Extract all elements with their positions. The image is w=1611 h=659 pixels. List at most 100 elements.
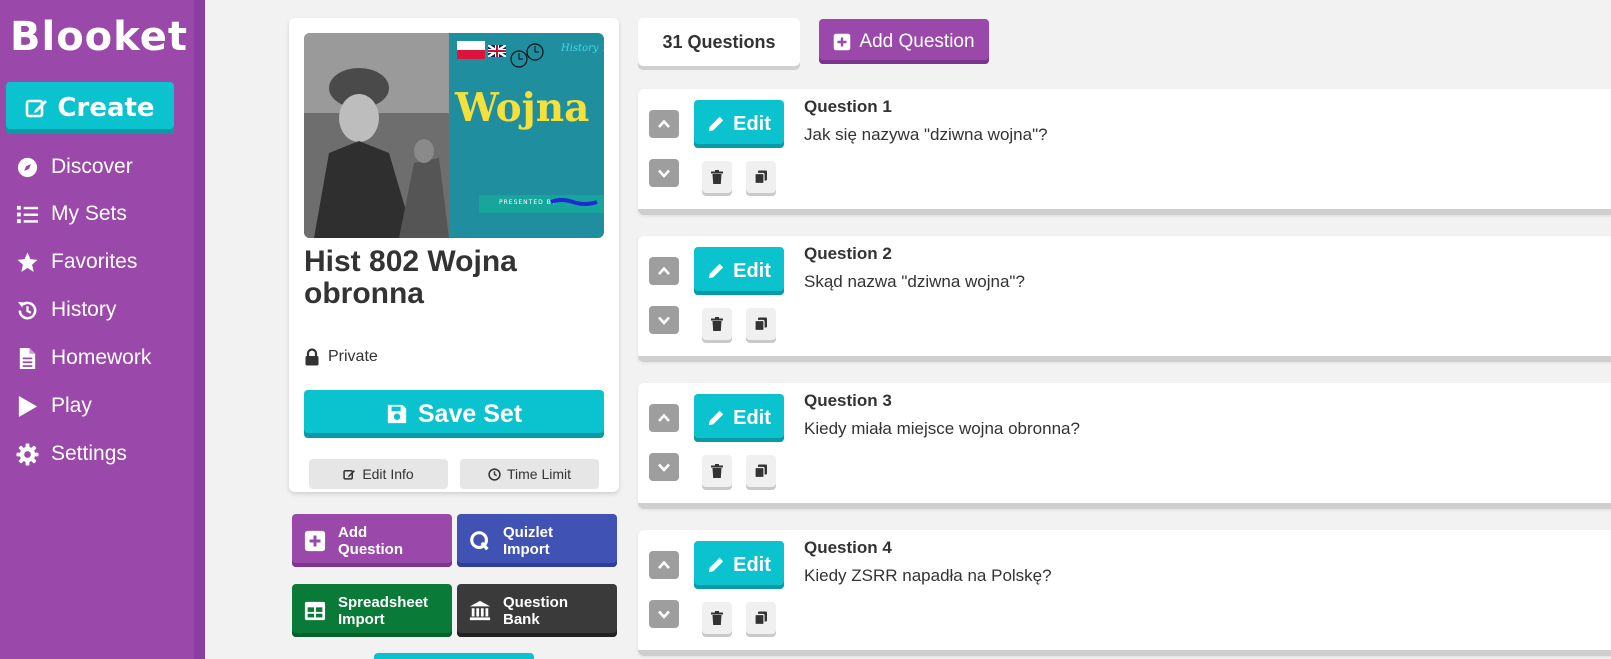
copy-icon [754,464,768,478]
chevron-down-icon [657,607,671,621]
move-up-button[interactable] [649,551,679,579]
question-count: 31 Questions [638,18,800,66]
question-bank-button[interactable]: Question Bank [457,584,617,637]
duplicate-question-button[interactable] [746,161,776,193]
quizlet-icon [469,530,491,552]
edit-question-button[interactable]: Edit [694,247,784,295]
move-down-button[interactable] [649,159,679,187]
chevron-up-icon [657,558,671,572]
move-down-button[interactable] [649,453,679,481]
edit-question-button[interactable]: Edit [694,541,784,589]
lock-icon [304,348,320,366]
chevron-up-icon [657,264,671,278]
move-up-button[interactable] [649,404,679,432]
floppy-disk-icon [386,403,408,425]
delete-question-button[interactable] [702,161,732,193]
edit-question-button[interactable]: Edit [694,100,784,148]
question-bank-label: Question Bank [503,593,569,628]
question-label: Question 4 [804,538,892,557]
trash-icon [710,317,724,331]
visibility-status[interactable]: Private [304,348,378,366]
visibility-label: Private [328,348,378,365]
cover-history-label: History 1 [561,43,604,54]
set-cover-image[interactable]: History 1 Wojna obronna PRESENTED BY [304,33,604,238]
trash-icon [710,464,724,478]
history-icon [16,299,39,322]
blooket-logo[interactable]: Blooket [10,14,188,60]
star-icon [16,251,39,274]
sidebar-item-discover[interactable]: Discover [16,152,133,182]
move-up-button[interactable] [649,257,679,285]
create-button[interactable]: Create [6,82,174,134]
sidebar-item-label: My Sets [51,202,127,225]
question-card: Edit Question 2 Skąd nazwa "dziwna wojna… [638,236,1611,362]
question-text: Jak się nazywa "dziwna wojna"? [804,125,1048,144]
plus-square-icon [833,33,851,51]
trash-icon [710,611,724,625]
add-question-label: Add Question [859,30,975,52]
question-text: Kiedy miała miejsce wojna obronna? [804,419,1080,438]
add-question-tool-label: Add Question [338,523,404,558]
trash-icon [710,170,724,184]
question-card: Edit Question 1 Jak się nazywa "dziwna w… [638,89,1611,215]
edit-square-icon [25,96,49,120]
delete-question-button[interactable] [702,308,732,340]
plus-square-icon [304,530,326,552]
play-icon [16,395,39,418]
clock-icon [488,467,501,481]
time-limit-button[interactable]: Time Limit [460,459,599,489]
edit-square-icon [343,468,356,481]
sidebar-item-settings[interactable]: Settings [16,439,127,469]
partial-button[interactable] [374,653,534,659]
gear-icon [16,442,39,466]
sidebar-item-homework[interactable]: Homework [16,343,151,373]
pencil-icon [707,262,725,280]
chevron-down-icon [657,313,671,327]
copy-icon [754,317,768,331]
sidebar-item-history[interactable]: History [16,295,116,325]
list-icon [16,203,39,226]
question-label: Question 2 [804,244,892,263]
spreadsheet-import-button[interactable]: Spreadsheet Import [292,584,452,637]
question-text: Kiedy ZSRR napadła na Polskę? [804,566,1052,585]
add-question-tool-button[interactable]: Add Question [292,514,452,567]
quizlet-import-button[interactable]: Quizlet Import [457,514,617,567]
duplicate-question-button[interactable] [746,455,776,487]
poland-flag-icon [457,41,485,59]
create-label: Create [57,93,155,123]
edit-label: Edit [733,406,771,429]
add-question-button[interactable]: Add Question [819,19,989,64]
save-set-label: Save Set [417,399,523,428]
move-up-button[interactable] [649,110,679,138]
duplicate-question-button[interactable] [746,602,776,634]
delete-question-button[interactable] [702,602,732,634]
set-title: Hist 802 Wojna obronna [304,245,517,310]
sidebar-item-my-sets[interactable]: My Sets [16,199,127,229]
sidebar-item-label: Favorites [51,250,138,273]
edit-question-button[interactable]: Edit [694,394,784,442]
duplicate-question-button[interactable] [746,308,776,340]
pencil-icon [707,409,725,427]
move-down-button[interactable] [649,306,679,334]
edit-info-button[interactable]: Edit Info [309,459,448,489]
copy-icon [754,611,768,625]
question-card: Edit Question 3 Kiedy miała miejsce wojn… [638,383,1611,509]
soldier-photo [304,33,449,238]
cover-title-panel: History 1 Wojna obronna PRESENTED BY [449,33,604,238]
spreadsheet-import-label: Spreadsheet Import [338,593,429,628]
cover-banner-text: PRESENTED BY [499,199,557,206]
sidebar-item-label: Discover [51,155,133,178]
document-icon [16,347,39,370]
sidebar-item-label: History [51,298,117,321]
edit-label: Edit [733,112,771,135]
sidebar-item-play[interactable]: Play [16,391,92,421]
save-set-button[interactable]: Save Set [304,390,604,438]
delete-question-button[interactable] [702,455,732,487]
set-info-card: History 1 Wojna obronna PRESENTED BY His… [289,18,619,492]
sidebar-item-label: Settings [51,442,127,465]
chevron-up-icon [657,117,671,131]
move-down-button[interactable] [649,600,679,628]
pencil-icon [707,556,725,574]
sidebar-item-favorites[interactable]: Favorites [16,247,137,277]
question-card: Edit Question 4 Kiedy ZSRR napadła na Po… [638,530,1611,656]
